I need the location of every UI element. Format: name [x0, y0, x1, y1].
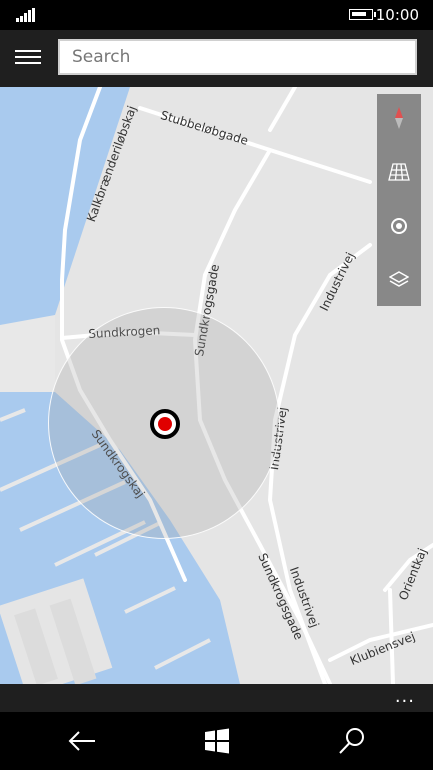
back-arrow-icon[interactable]: [67, 726, 97, 756]
my-location-icon[interactable]: [377, 204, 421, 248]
land-area: [0, 315, 55, 392]
map-layers-icon[interactable]: [377, 258, 421, 302]
map-controls: [377, 94, 421, 306]
status-time: 10:00: [375, 6, 419, 24]
search-input[interactable]: [58, 39, 417, 75]
3d-view-icon[interactable]: [377, 150, 421, 194]
hamburger-menu-icon[interactable]: [13, 46, 43, 72]
navigation-bar: [0, 712, 433, 770]
more-options-button[interactable]: ...: [395, 686, 415, 707]
battery-icon: [349, 9, 376, 20]
search-icon[interactable]: [337, 726, 367, 756]
app-bar: ...: [0, 684, 433, 712]
status-bar: 10:00: [0, 0, 433, 30]
windows-start-icon[interactable]: [202, 726, 232, 756]
compass-icon[interactable]: [377, 96, 421, 140]
top-bar: [0, 30, 433, 87]
current-location-marker[interactable]: [150, 409, 180, 439]
signal-strength-icon: [16, 8, 35, 22]
